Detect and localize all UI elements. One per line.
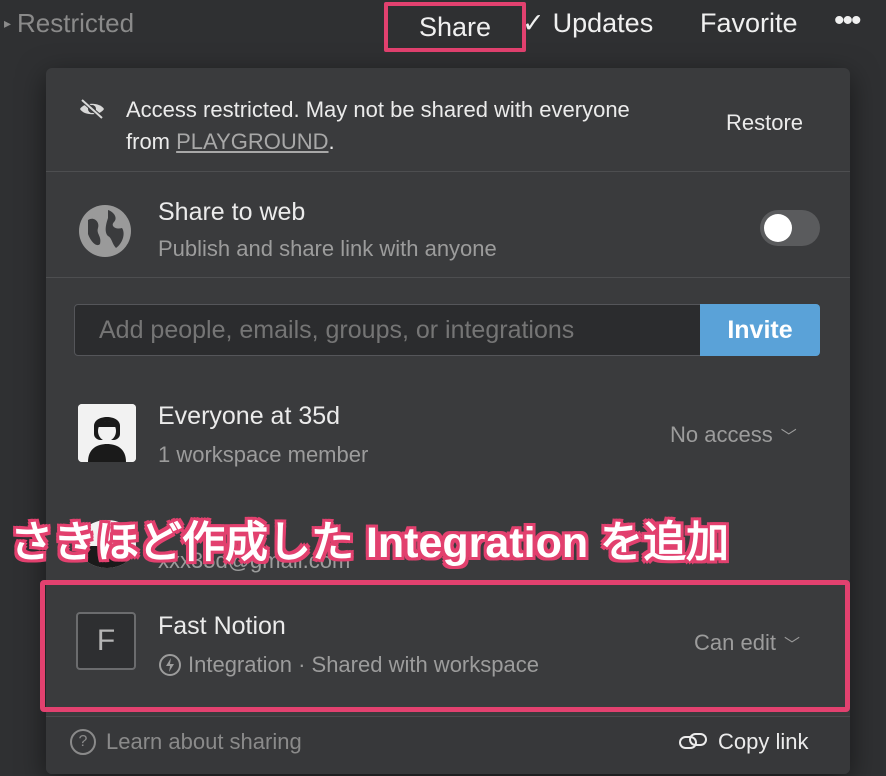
updates-label: Updates — [552, 8, 654, 38]
annotation-caption: さきほど作成した Integration を追加 — [9, 518, 730, 568]
invite-button[interactable]: Invite — [700, 304, 820, 356]
integration-highlight-box — [40, 580, 850, 712]
restore-button[interactable]: Restore — [726, 110, 803, 136]
breadcrumb-label: Restricted — [17, 8, 135, 38]
check-icon: ✓ — [522, 8, 545, 38]
globe-icon — [79, 205, 131, 257]
avatar — [78, 404, 136, 462]
learn-about-sharing-link[interactable]: ? Learn about sharing — [70, 729, 302, 755]
access-restricted-banner: Access restricted. May not be shared wit… — [46, 68, 850, 172]
updates-button[interactable]: ✓ Updates — [522, 8, 653, 39]
link-icon — [679, 733, 707, 749]
popup-footer: ? Learn about sharing Copy link — [46, 716, 850, 774]
copy-link-label: Copy link — [718, 729, 809, 754]
share-to-web-title: Share to web — [158, 198, 306, 226]
top-bar: ▸ Restricted Share ✓ Updates Favorite ••… — [0, 0, 886, 52]
restriction-suffix: . — [328, 129, 335, 154]
invite-input[interactable] — [74, 304, 702, 356]
share-button[interactable]: Share — [384, 2, 526, 52]
eye-slash-icon — [80, 98, 104, 120]
workspace-link[interactable]: PLAYGROUND — [176, 129, 328, 154]
invite-row: Invite — [74, 304, 820, 356]
restriction-message: Access restricted. May not be shared wit… — [126, 94, 646, 158]
chevron-icon: ▸ — [4, 15, 12, 31]
breadcrumb[interactable]: ▸ Restricted — [4, 8, 134, 39]
member-title: Everyone at 35d — [158, 402, 341, 430]
access-label: No access — [670, 422, 773, 447]
question-icon: ? — [70, 729, 96, 755]
learn-label: Learn about sharing — [106, 729, 302, 754]
favorite-button[interactable]: Favorite — [700, 8, 798, 39]
share-to-web-toggle[interactable] — [760, 210, 820, 246]
member-subtitle: 1 workspace member — [158, 442, 369, 467]
access-dropdown[interactable]: No access ﹀ — [670, 422, 797, 448]
more-options-icon[interactable]: ••• — [834, 4, 861, 38]
share-label: Share — [418, 11, 492, 42]
share-to-web-subtitle: Publish and share link with anyone — [158, 236, 497, 261]
copy-link-button[interactable]: Copy link — [678, 729, 808, 755]
toggle-knob — [764, 214, 792, 242]
share-to-web-row: Share to web Publish and share link with… — [46, 172, 850, 278]
favorite-label: Favorite — [700, 8, 798, 38]
person-avatar-icon — [78, 404, 136, 462]
chevron-down-icon: ﹀ — [780, 429, 797, 446]
